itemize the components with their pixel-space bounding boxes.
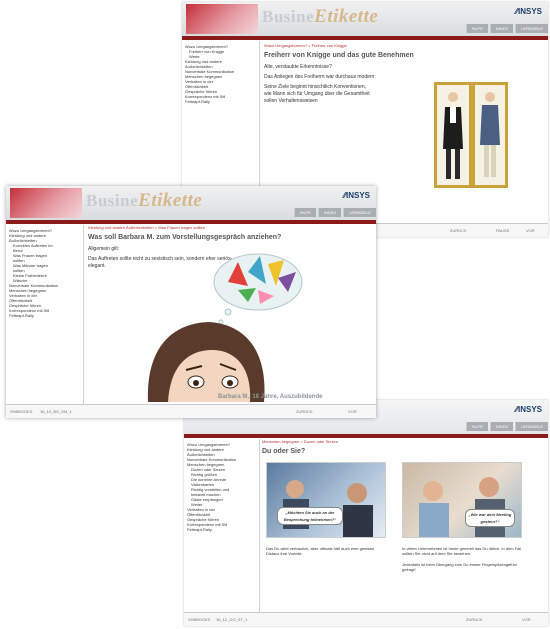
- sidebar-item[interactable]: Fettnapf-Rally: [187, 527, 257, 532]
- photo-card-right: „Wie war dein Meeting gestern?“: [402, 462, 522, 538]
- insys-logo: ⁄⁄INSYS: [515, 405, 542, 414]
- page-title: Freiherr von Knigge und das gute Benehme…: [264, 52, 414, 59]
- header-photo: [10, 188, 82, 218]
- breadcrumb: Wozu Umgangsformen? > Freiherr von Knigg…: [264, 43, 347, 48]
- next-button[interactable]: VOR: [522, 617, 531, 622]
- paragraph: Jedenfalls ist beim Übergang zum Du imme…: [402, 562, 517, 572]
- window-du-oder-sie: ⁄⁄INSYS HILFE INDEX LERNZIELE Wozu Umgan…: [184, 400, 548, 626]
- book-label: SHBBOOKS: [10, 409, 33, 414]
- app-logo: BusineEtikette: [86, 190, 203, 211]
- footer-bar: SHBBOOKS 16_10_BG_EM_1 ZURÜCK VOR: [6, 404, 376, 418]
- knigge-portrait-icon: [480, 92, 500, 177]
- paragraph: Das Du wirkt vertraulich, aber oftmals h…: [266, 546, 375, 556]
- breadcrumb: Kleidung und andere Äußerlichkeiten > Wa…: [88, 225, 205, 230]
- paragraph: In vielen Unternehmen ist heute generell…: [402, 546, 522, 556]
- breadcrumb: Menschen begegnen > Duzen oder Siezen: [262, 439, 338, 444]
- index-button[interactable]: INDEX: [489, 24, 514, 33]
- header-photo: [186, 4, 258, 34]
- portrait-frame-left: [434, 82, 472, 188]
- gentleman-portrait-icon: [443, 92, 463, 179]
- goals-button[interactable]: LERNZIELE: [515, 24, 548, 33]
- top-nav: HILFE INDEX LERNZIELE: [292, 208, 376, 217]
- goals-button[interactable]: LERNZIELE: [343, 208, 376, 217]
- pause-button[interactable]: PAUSE: [496, 228, 509, 233]
- main-content: Menschen begegnen > Duzen oder Siezen Du…: [262, 438, 544, 612]
- page-title: Was soll Barbara M. zum Vorstellungsgesp…: [88, 234, 282, 241]
- barbara-illustration-icon: [147, 253, 303, 402]
- index-button[interactable]: INDEX: [317, 208, 342, 217]
- back-button[interactable]: ZURÜCK: [466, 617, 483, 622]
- header-stripe: [182, 36, 548, 40]
- help-button[interactable]: HILFE: [465, 422, 488, 431]
- photo-card-left: „Möchten Sie auch an der Besprechung tei…: [266, 462, 386, 538]
- app-header: BusineEtikette ⁄⁄INSYS HILFE INDEX LERNZ…: [182, 2, 548, 37]
- main-content: Kleidung und andere Äußerlichkeiten > Wa…: [88, 224, 372, 404]
- insys-logo: ⁄⁄INSYS: [343, 191, 370, 200]
- back-button[interactable]: ZURÜCK: [296, 409, 313, 414]
- insys-logo: ⁄⁄INSYS: [515, 7, 542, 16]
- paragraph: Seine Ziele beginnt hinsichtlich Konvent…: [264, 84, 370, 104]
- sidebar-item[interactable]: Fettnapf-Rally: [185, 99, 257, 104]
- app-header: BusineEtikette ⁄⁄INSYS HILFE INDEX LERNZ…: [6, 186, 376, 221]
- top-nav: HILFE INDEX LERNZIELE: [464, 422, 548, 431]
- footer-bar: SHBBOOKS 16_12_GO_ST_1 ZURÜCK VOR: [184, 612, 548, 626]
- page-code: 16_10_BG_EM_1: [40, 409, 72, 414]
- app-logo: BusineEtikette: [262, 6, 379, 27]
- index-button[interactable]: INDEX: [489, 422, 514, 431]
- page-code: 16_12_GO_ST_1: [216, 617, 248, 622]
- sidebar-nav: Wozu Umgangsformen? Kleidung und andere …: [6, 225, 84, 404]
- portrait-frame-right: [472, 82, 508, 188]
- sidebar-item[interactable]: Fettnapf-Rally: [9, 313, 81, 318]
- paragraph: Das Anliegen des Freiherrn war durchaus …: [264, 74, 376, 80]
- book-label: SHBBOOKS: [188, 617, 211, 622]
- help-button[interactable]: HILFE: [465, 24, 488, 33]
- next-button[interactable]: VOR: [348, 409, 357, 414]
- window-barbara: BusineEtikette ⁄⁄INSYS HILFE INDEX LERNZ…: [6, 186, 376, 418]
- meeting-photo-icon: [283, 480, 373, 537]
- speech-bubble: „Wie war dein Meeting gestern?“: [465, 509, 515, 527]
- image-caption: Barbara M., 18 Jahre, Auszubildende: [218, 394, 323, 400]
- paragraph: Alte, verstaubte Erkenntnisse?: [264, 64, 332, 70]
- help-button[interactable]: HILFE: [293, 208, 316, 217]
- back-button[interactable]: ZURÜCK: [450, 228, 467, 233]
- sidebar-nav: Wozu Umgangsformen? Kleidung und andere …: [184, 439, 260, 612]
- top-nav: HILFE INDEX LERNZIELE: [464, 24, 548, 33]
- next-button[interactable]: VOR: [526, 228, 535, 233]
- speech-bubble: „Möchten Sie auch an der Besprechung tei…: [277, 507, 343, 525]
- page-title: Du oder Sie?: [262, 448, 306, 455]
- goals-button[interactable]: LERNZIELE: [515, 422, 548, 431]
